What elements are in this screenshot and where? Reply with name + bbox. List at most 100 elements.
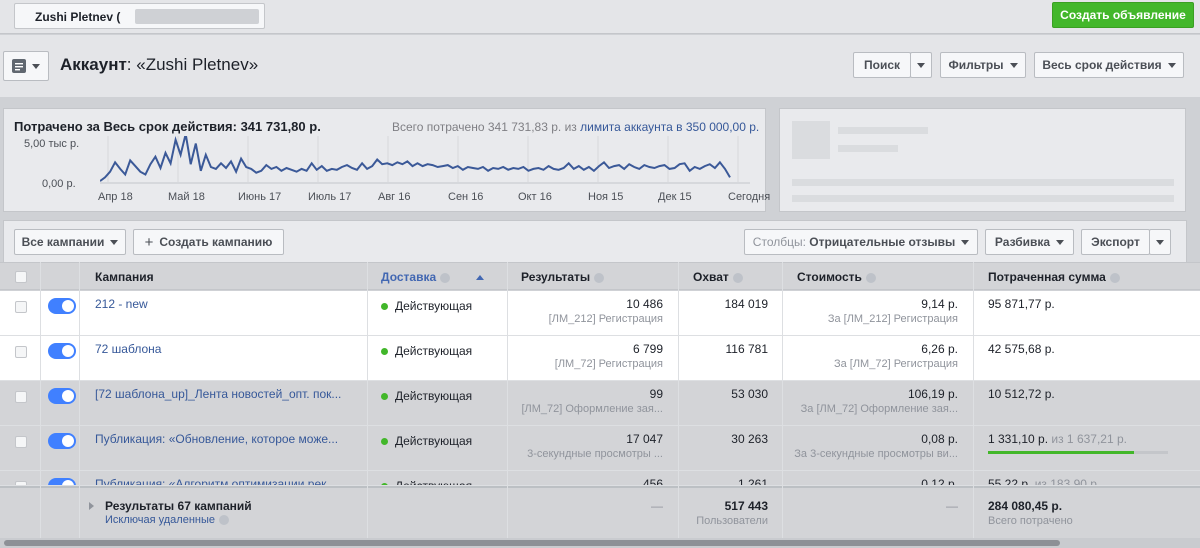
cost-type: За [ЛМ_212] Регистрация [827,313,958,325]
row-checkbox[interactable] [15,391,27,403]
footer-excluding-link[interactable]: Исключая удаленные [105,514,230,526]
info-icon [732,272,743,283]
header-results[interactable]: Результаты [521,270,605,284]
chevron-down-icon [1156,239,1164,245]
campaign-name-link[interactable]: Публикация: «Алгоритм оптимизации рек... [95,477,336,485]
delivery-status: Действующая [381,434,472,448]
spend-total-text: Всего потрачено 341 731,83 р. из [392,120,577,134]
chevron-down-icon [1009,62,1018,68]
spent-value: 42 575,68 р. [988,342,1055,356]
results-value: 99 [649,387,663,401]
delivery-status-label: Действующая [395,479,473,486]
header-delivery[interactable]: Доставка [381,270,485,284]
columns-dropdown[interactable]: Столбцы: Отрицательные отзывы [744,229,978,255]
cost-value: 6,26 р. [921,342,958,356]
budget-progress-bar [988,451,1168,454]
document-icon [12,59,26,73]
results-value: 10 486 [626,297,663,311]
export-button[interactable]: Экспорт [1081,229,1150,255]
campaign-name-link[interactable]: Публикация: «Обновление, которое може... [95,432,338,446]
col-divider [973,262,974,538]
create-ad-label: Создать объявление [1060,8,1186,22]
sort-up-icon [476,275,485,281]
table-row[interactable]: [72 шаблона_up]_Лента новостей_опт. пок.… [0,381,1200,426]
results-type: [ЛМ_72] Регистрация [554,358,663,370]
info-icon [865,272,876,283]
footer-results-title: Результаты 67 кампаний [105,499,252,513]
cost-value: 106,19 р. [907,387,958,401]
header-campaign[interactable]: Кампания [95,270,154,284]
header-results-label: Результаты [521,270,591,284]
spent-amount: 10 512,72 р. [988,387,1055,401]
period-label: Весь срок действия [1042,58,1162,72]
delivery-status: Действующая [381,389,472,403]
campaign-name-link[interactable]: 72 шаблона [95,342,161,356]
expand-triangle-icon[interactable] [89,502,94,510]
plus-icon: + [144,233,154,251]
export-label: Экспорт [1091,235,1140,249]
table-row[interactable]: 72 шаблона Действующая 6 799 [ЛМ_72] Регист… [0,336,1200,381]
row-checkbox[interactable] [15,301,27,313]
spend-chart [100,136,750,184]
info-icon [1109,272,1120,283]
spend-series-line [100,136,731,182]
account-limit-link[interactable]: лимита аккаунта в 350 000,00 р. [580,120,759,134]
spend-title: Потрачено за Весь срок действия: 341 731… [14,119,321,134]
x-axis-tick-label: Дек 15 [658,191,692,203]
spent-budget: из 183,90 р. [1031,477,1101,486]
col-divider [507,262,508,538]
results-type: [ЛМ_212] Регистрация [548,313,663,325]
breakdown-dropdown[interactable]: Разбивка [985,229,1074,255]
horizontal-scrollbar-thumb[interactable] [4,540,1060,546]
campaign-toggle[interactable] [48,433,76,449]
horizontal-scrollbar-track[interactable] [0,538,1200,548]
all-campaigns-label: Все кампании [21,235,105,249]
col-divider [79,262,80,538]
table-row[interactable]: Публикация: «Обновление, которое може...… [0,426,1200,471]
row-checkbox[interactable] [15,436,27,448]
table-row[interactable]: Публикация: «Алгоритм оптимизации рек...… [0,471,1200,486]
spend-total: Всего потрачено 341 731,83 р. из лимита … [392,120,759,134]
footer-spent-sub: Всего потрачено [988,515,1073,527]
create-campaign-button[interactable]: + Создать кампанию [133,229,284,255]
status-dot-icon [381,348,388,356]
placeholder-line [838,145,898,152]
campaign-toggle[interactable] [48,478,76,485]
header-spent[interactable]: Потраченная сумма [988,270,1120,284]
create-campaign-label: Создать кампанию [159,235,273,249]
header-cost[interactable]: Стоимость [797,270,876,284]
table-header: Кампания Доставка Результаты Охват Стоим… [0,262,1200,290]
placeholder-line [792,195,1174,202]
campaign-toggle[interactable] [48,388,76,404]
col-divider [40,262,41,538]
spent-value: 95 871,77 р. [988,297,1055,311]
col-divider [782,262,783,538]
columns-prefix: Столбцы: [752,235,810,249]
account-selector[interactable]: Zushi Pletnev ( [14,3,265,29]
status-dot-icon [381,393,388,401]
info-icon [594,272,605,283]
search-label: Поиск [863,58,900,72]
page-title: Аккаунт: «Zushi Pletnev» [60,55,258,75]
campaign-name-link[interactable]: 212 - new [95,297,148,311]
header-delivery-label: Доставка [381,270,437,284]
select-all-checkbox[interactable] [15,271,27,283]
filters-button[interactable]: Фильтры [940,52,1026,78]
row-checkbox[interactable] [15,346,27,358]
campaign-toggle[interactable] [48,343,76,359]
all-campaigns-dropdown[interactable]: Все кампании [14,229,126,255]
create-ad-button[interactable]: Создать объявление [1052,2,1194,28]
search-dropdown-button[interactable] [910,52,932,78]
export-dropdown-button[interactable] [1149,229,1171,255]
account-label: Аккаунт [60,55,127,74]
campaign-toggle[interactable] [48,298,76,314]
header-reach[interactable]: Охват [693,270,743,284]
reach-value: 1 261 [737,477,768,486]
campaign-name-link[interactable]: [72 шаблона_up]_Лента новостей_опт. пок.… [95,387,341,401]
campaign-menu-button[interactable] [3,51,49,81]
period-button[interactable]: Весь срок действия [1034,52,1184,78]
footer-cost-dash: — [946,499,958,513]
search-button[interactable]: Поиск [853,52,911,78]
cost-value: 0,08 р. [921,432,958,446]
table-row[interactable]: 212 - new Действующая 10 486 [ЛМ_212] Регис… [0,291,1200,336]
